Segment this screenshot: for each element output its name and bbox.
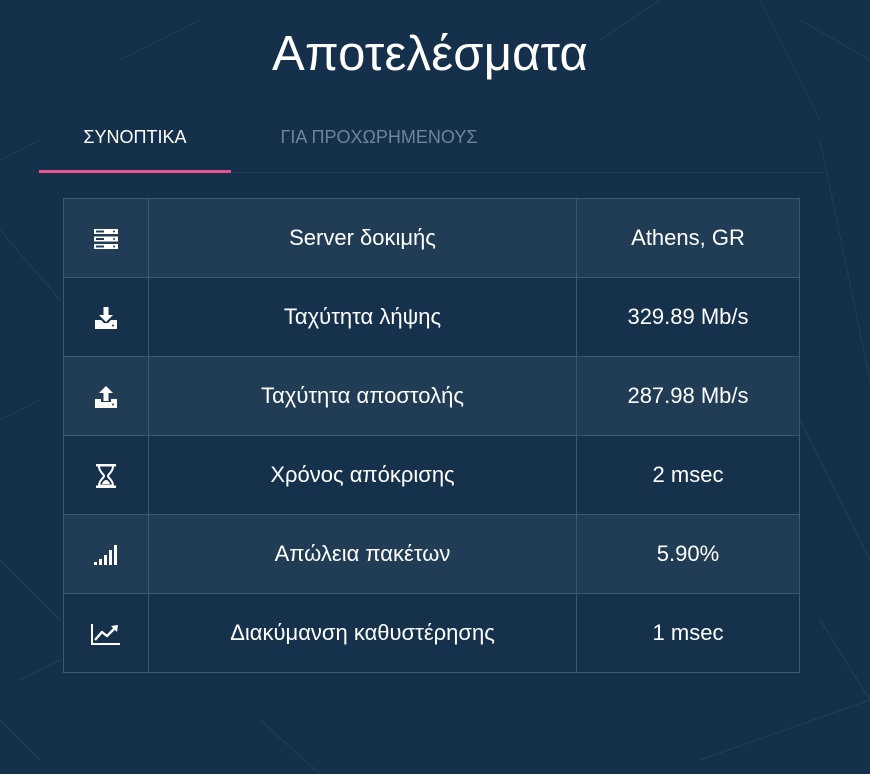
tab-summary[interactable]: ΣΥΝΟΠΤΙΚΑ — [39, 110, 231, 173]
table-row: Server δοκιμής Athens, GR — [63, 198, 800, 278]
server-icon — [93, 228, 119, 250]
result-label: Διακύμανση καθυστέρησης — [148, 593, 577, 673]
result-value: 329.89 Mb/s — [576, 277, 800, 357]
table-row: Ταχύτητα αποστολής 287.98 Mb/s — [63, 356, 800, 436]
result-value: 2 msec — [576, 435, 800, 515]
result-value: Athens, GR — [576, 198, 800, 278]
signal-bars-icon — [93, 544, 119, 566]
download-icon — [93, 306, 119, 330]
result-label: Απώλεια πακέτων — [148, 514, 577, 594]
result-value: 5.90% — [576, 514, 800, 594]
result-value: 287.98 Mb/s — [576, 356, 800, 436]
hourglass-icon — [95, 463, 117, 489]
trend-chart-icon — [91, 623, 121, 646]
tab-advanced[interactable]: ΓΙΑ ΠΡΟΧΩΡΗΜΕΝΟΥΣ — [249, 110, 509, 172]
table-row: Ταχύτητα λήψης 329.89 Mb/s — [63, 277, 800, 357]
result-label: Ταχύτητα λήψης — [148, 277, 577, 357]
results-table: Server δοκιμής Athens, GR Ταχύτητα λήψης… — [63, 198, 800, 673]
page-title: Αποτελέσματα — [271, 27, 589, 81]
result-label: Ταχύτητα αποστολής — [148, 356, 577, 436]
result-label: Server δοκιμής — [148, 198, 577, 278]
result-value: 1 msec — [576, 593, 800, 673]
table-row: Χρόνος απόκρισης 2 msec — [63, 435, 800, 515]
table-row: Απώλεια πακέτων 5.90% — [63, 514, 800, 594]
table-row: Διακύμανση καθυστέρησης 1 msec — [63, 593, 800, 673]
upload-icon — [93, 385, 119, 409]
result-label: Χρόνος απόκρισης — [148, 435, 577, 515]
results-tabs: ΣΥΝΟΠΤΙΚΑ ΓΙΑ ΠΡΟΧΩΡΗΜΕΝΟΥΣ — [39, 110, 823, 173]
